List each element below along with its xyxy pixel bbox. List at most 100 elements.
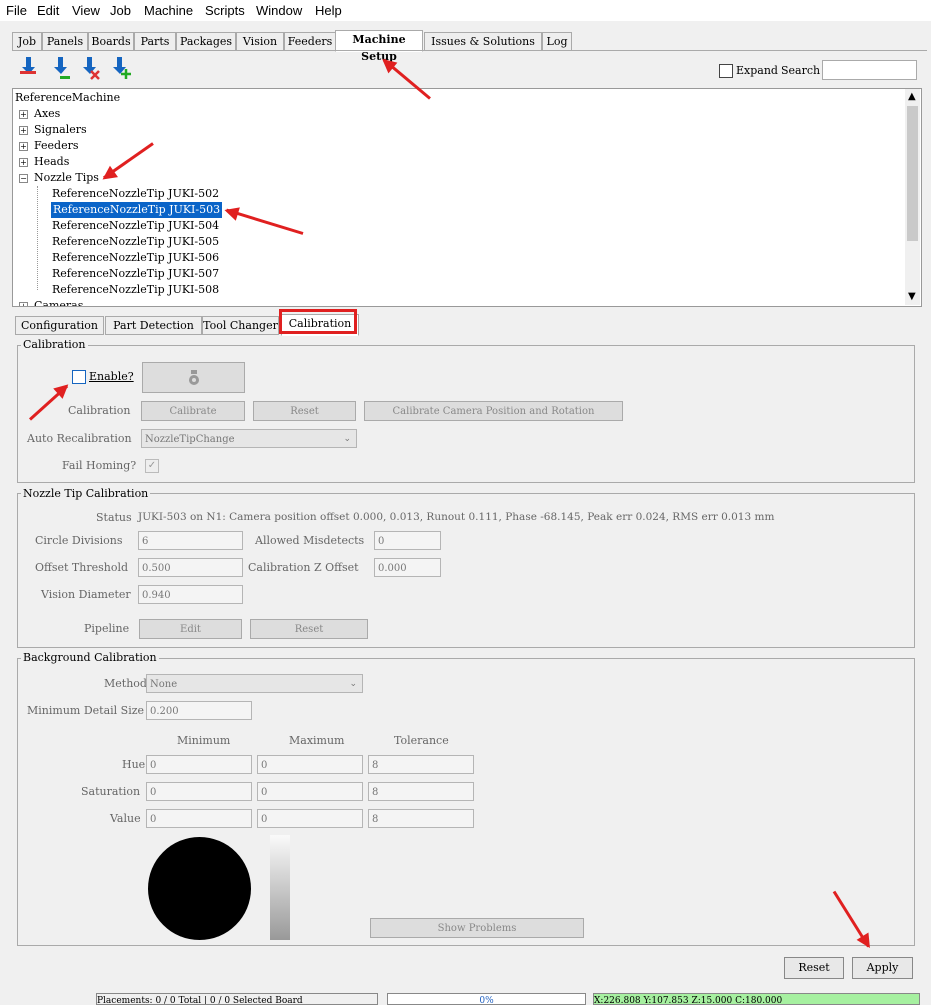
nozzle-tip-icon[interactable] [18, 57, 40, 81]
pipeline-edit-button[interactable]: Edit [139, 619, 242, 639]
tree-node-axes[interactable]: Axes [34, 106, 60, 122]
search-input[interactable] [822, 60, 917, 80]
status-bar: Placements: 0 / 0 Total | 0 / 0 Selected… [0, 990, 931, 1005]
menu-help[interactable]: Help [315, 3, 342, 18]
hue-tolerance-field[interactable]: 8 [368, 755, 474, 774]
tree-item-juki-504[interactable]: ReferenceNozzleTip JUKI-504 [52, 218, 219, 234]
tree-guide-line [37, 186, 39, 290]
tab-feeders[interactable]: Feeders [284, 32, 336, 51]
menu-view[interactable]: View [72, 3, 100, 18]
tab-job[interactable]: Job [12, 32, 42, 51]
value-min-field[interactable]: 0 [146, 809, 252, 828]
menu-machine[interactable]: Machine [144, 3, 193, 18]
minimum-detail-size-field[interactable]: 0.200 [146, 701, 252, 720]
tree-node-feeders[interactable]: Feeders [34, 138, 79, 154]
pipeline-reset-button[interactable]: Reset [250, 619, 368, 639]
scroll-up-icon[interactable]: ▲ [908, 91, 916, 102]
tab-panels[interactable]: Panels [42, 32, 88, 51]
calibration-label: Calibration [68, 404, 131, 417]
expand-icon[interactable]: + [19, 158, 28, 167]
highlight-box [279, 309, 357, 334]
method-label: Method [104, 677, 147, 690]
menu-job[interactable]: Job [110, 3, 131, 18]
menu-scripts[interactable]: Scripts [205, 3, 245, 18]
expand-icon[interactable]: + [19, 110, 28, 119]
tree-node-heads[interactable]: Heads [34, 154, 69, 170]
tab-configuration[interactable]: Configuration [15, 316, 104, 335]
hue-max-field[interactable]: 0 [257, 755, 363, 774]
scroll-down-icon[interactable]: ▼ [908, 291, 916, 302]
chevron-down-icon: ⌄ [349, 679, 357, 689]
tab-parts[interactable]: Parts [134, 32, 176, 51]
tab-boards[interactable]: Boards [88, 32, 134, 51]
menu-edit[interactable]: Edit [37, 3, 59, 18]
nozzle-icon-button[interactable] [142, 362, 245, 393]
tree-item-juki-508[interactable]: ReferenceNozzleTip JUKI-508 [52, 282, 219, 298]
tree-item-juki-506[interactable]: ReferenceNozzleTip JUKI-506 [52, 250, 219, 266]
tree-node-cameras[interactable]: Cameras [34, 298, 83, 306]
tab-issues-solutions[interactable]: Issues & Solutions [424, 32, 542, 51]
calibrate-button[interactable]: Calibrate [141, 401, 245, 421]
reset-footer-button[interactable]: Reset [784, 957, 844, 979]
main-tab-bar: Job Panels Boards Parts Packages Vision … [12, 30, 931, 63]
coordinates-readout: X:226.808 Y:107.853 Z:15.000 C:180.000 [593, 993, 920, 1005]
expand-checkbox[interactable] [719, 64, 733, 78]
auto-recalibration-select[interactable]: NozzleTipChange ⌄ [141, 429, 357, 448]
tab-divider [12, 50, 927, 51]
circle-divisions-field[interactable]: 6 [138, 531, 243, 550]
tree-item-juki-502[interactable]: ReferenceNozzleTip JUKI-502 [52, 186, 219, 202]
expand-icon[interactable]: + [19, 302, 28, 306]
tree-item-juki-505[interactable]: ReferenceNozzleTip JUKI-505 [52, 234, 219, 250]
calibrate-camera-button[interactable]: Calibrate Camera Position and Rotation [364, 401, 623, 421]
value-gradient-bar [270, 835, 290, 940]
tab-part-detection[interactable]: Part Detection [105, 316, 202, 335]
menu-file[interactable]: File [6, 3, 27, 18]
tab-vision[interactable]: Vision [236, 32, 284, 51]
placements-status: Placements: 0 / 0 Total | 0 / 0 Selected… [96, 993, 378, 1005]
saturation-min-field[interactable]: 0 [146, 782, 252, 801]
tab-machine-setup[interactable]: Machine Setup [335, 30, 423, 63]
vision-diameter-field[interactable]: 0.940 [138, 585, 243, 604]
enable-checkbox[interactable] [72, 370, 86, 384]
vision-diameter-label: Vision Diameter [41, 588, 131, 601]
method-select[interactable]: None ⌄ [146, 674, 363, 693]
minimum-detail-size-label: Minimum Detail Size [27, 704, 145, 717]
tab-log[interactable]: Log [542, 32, 572, 51]
tree-item-juki-507[interactable]: ReferenceNozzleTip JUKI-507 [52, 266, 219, 282]
nozzle-tip-delete-icon[interactable] [79, 57, 101, 81]
fail-homing-checkbox[interactable]: ✓ [145, 459, 159, 473]
chevron-down-icon: ⌄ [343, 434, 351, 444]
value-tolerance-field[interactable]: 8 [368, 809, 474, 828]
calibration-z-offset-label: Calibration Z Offset [248, 561, 359, 574]
column-minimum: Minimum [177, 734, 231, 747]
expand-label: Expand [736, 64, 778, 77]
saturation-max-field[interactable]: 0 [257, 782, 363, 801]
tree-item-juki-503[interactable]: ReferenceNozzleTip JUKI-503 [51, 202, 223, 218]
scroll-thumb[interactable] [907, 106, 918, 241]
nozzle-tip-remove-icon[interactable] [50, 57, 72, 81]
calibration-z-offset-field[interactable]: 0.000 [374, 558, 441, 577]
expand-icon[interactable]: + [19, 142, 28, 151]
tab-tool-changer[interactable]: Tool Changer [202, 316, 279, 335]
value-max-field[interactable]: 0 [257, 809, 363, 828]
circle-divisions-label: Circle Divisions [35, 534, 123, 547]
expand-icon[interactable]: + [19, 126, 28, 135]
menu-window[interactable]: Window [256, 3, 302, 18]
tree-scrollbar[interactable]: ▲ ▼ [905, 89, 920, 305]
hue-min-field[interactable]: 0 [146, 755, 252, 774]
reset-button[interactable]: Reset [253, 401, 356, 421]
hue-label: Hue [122, 758, 146, 771]
auto-recalibration-label: Auto Recalibration [27, 432, 132, 445]
tree-node-signalers[interactable]: Signalers [34, 122, 87, 138]
tree-node-nozzle-tips[interactable]: Nozzle Tips [34, 170, 99, 186]
allowed-misdetects-field[interactable]: 0 [374, 531, 441, 550]
show-problems-button[interactable]: Show Problems [370, 918, 584, 938]
nozzle-tip-add-icon[interactable] [109, 57, 133, 81]
offset-threshold-field[interactable]: 0.500 [138, 558, 243, 577]
saturation-tolerance-field[interactable]: 8 [368, 782, 474, 801]
tree-root[interactable]: ReferenceMachine [15, 90, 120, 106]
tab-packages[interactable]: Packages [176, 32, 236, 51]
background-calibration-title: Background Calibration [21, 651, 159, 664]
apply-button[interactable]: Apply [852, 957, 913, 979]
collapse-icon[interactable]: − [19, 174, 28, 183]
